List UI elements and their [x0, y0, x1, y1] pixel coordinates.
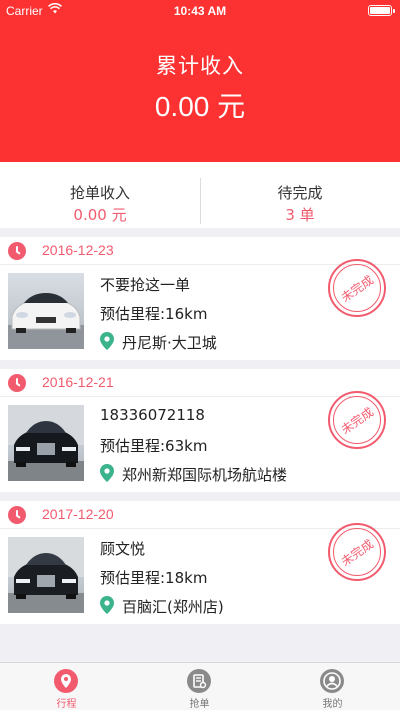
order-date: 2016-12-21	[42, 374, 114, 390]
order-card[interactable]: 2016-12-21 18336072118 预估里程:63km 郑州新郑国际机…	[0, 369, 400, 492]
tab-label: 行程	[56, 699, 77, 710]
pending-orders-cell[interactable]: 待完成 3 单	[200, 162, 400, 228]
clock-icon	[8, 242, 26, 260]
grab-income-label: 抢单收入	[69, 184, 130, 202]
order-card-header: 2017-12-20	[0, 501, 400, 529]
status-stamp: 未完成	[328, 523, 386, 581]
tab-label: 我的	[322, 699, 343, 710]
income-summary: 抢单收入 0.00 元 待完成 3 单	[0, 162, 400, 228]
order-distance: 预估里程:18km	[100, 569, 208, 587]
order-address: 百脑汇(郑州店)	[122, 598, 224, 616]
pin-icon	[54, 669, 78, 693]
car-photo	[8, 537, 84, 613]
pending-orders-label: 待完成	[277, 184, 323, 202]
grab-order-icon	[187, 669, 211, 693]
car-photo	[8, 273, 84, 349]
order-title: 18336072118	[100, 406, 205, 424]
order-address: 郑州新郑国际机场航站楼	[122, 466, 288, 484]
location-pin-icon	[100, 596, 114, 614]
status-bar: Carrier 10:43 AM	[0, 0, 400, 22]
location-pin-icon	[100, 332, 114, 350]
order-card[interactable]: 2017-12-20 顾文悦 预估里程:18km 百脑汇(郑州店) 未完成	[0, 501, 400, 624]
total-income-value: 0.00 元	[154, 91, 246, 122]
tab-bar: 行程 抢单 我的	[0, 662, 400, 710]
order-title: 不要抢这一单	[100, 276, 191, 294]
order-address: 丹尼斯·大卫城	[122, 334, 217, 352]
battery-icon	[368, 5, 395, 16]
status-stamp: 未完成	[328, 391, 386, 449]
grab-income-cell[interactable]: 抢单收入 0.00 元	[0, 162, 200, 228]
status-stamp-text: 未完成	[338, 536, 377, 569]
order-date: 2017-12-20	[42, 506, 114, 522]
order-distance: 预估里程:63km	[100, 437, 208, 455]
total-income-label: 累计收入	[156, 54, 244, 78]
order-title: 顾文悦	[100, 540, 146, 558]
pending-orders-value: 3 单	[285, 206, 315, 224]
order-distance: 预估里程:16km	[100, 305, 208, 323]
grab-income-value: 0.00 元	[73, 206, 127, 224]
clock-icon	[8, 506, 26, 524]
tab-trips[interactable]: 行程	[0, 663, 133, 710]
tab-grab-order[interactable]: 抢单	[133, 663, 266, 710]
order-card[interactable]: 2016-12-23 不要抢这一单 预估里程:16km 丹尼斯·大卫城 未完成	[0, 237, 400, 360]
status-stamp: 未完成	[328, 259, 386, 317]
status-stamp-text: 未完成	[338, 272, 377, 305]
profile-icon	[320, 669, 344, 693]
car-photo	[8, 405, 84, 481]
location-pin-icon	[100, 464, 114, 482]
income-header: Carrier 10:43 AM 累计收入 0.00 元	[0, 0, 400, 162]
status-time: 10:43 AM	[173, 4, 227, 18]
tab-profile[interactable]: 我的	[266, 663, 399, 710]
clock-icon	[8, 374, 26, 392]
tab-label: 抢单	[189, 699, 210, 710]
status-stamp-text: 未完成	[338, 404, 377, 437]
order-card-header: 2016-12-21	[0, 369, 400, 397]
order-card-header: 2016-12-23	[0, 237, 400, 265]
order-date: 2016-12-23	[42, 242, 114, 258]
